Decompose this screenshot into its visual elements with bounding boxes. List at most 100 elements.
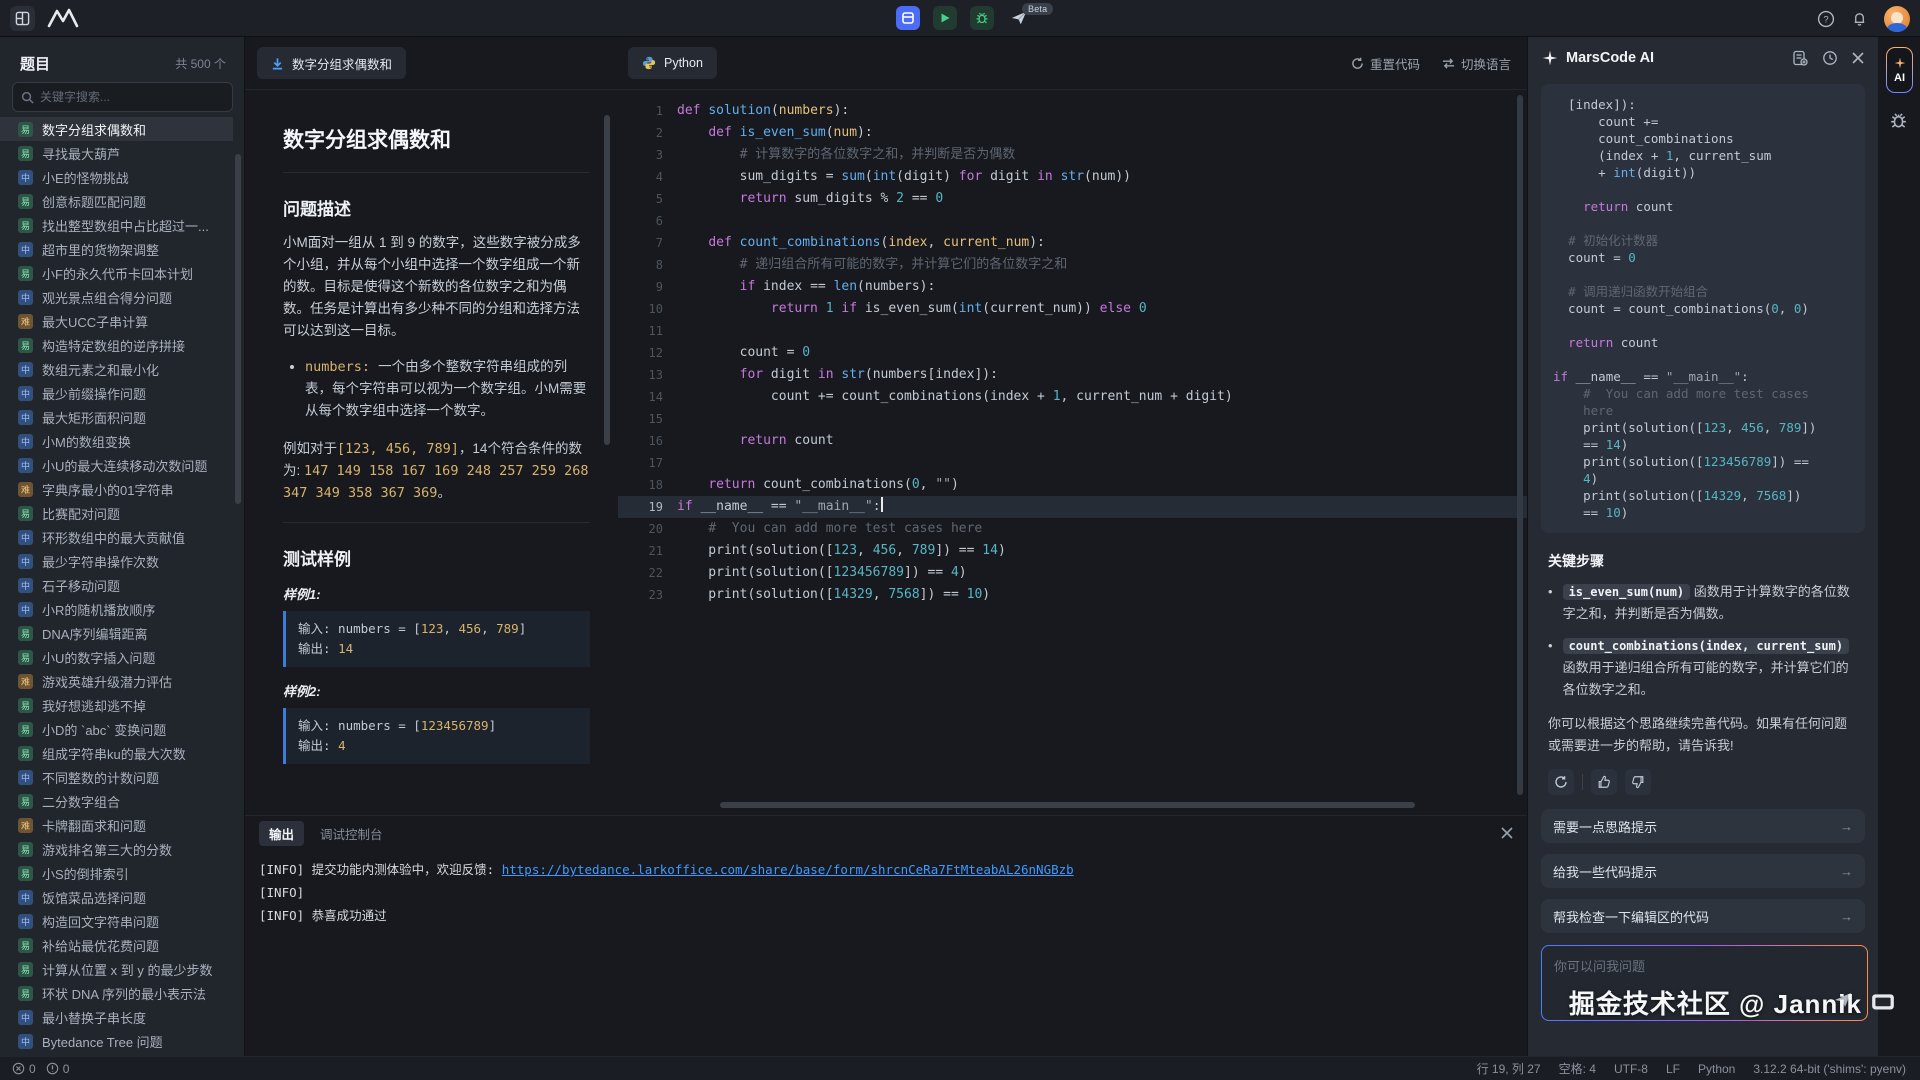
code-line[interactable]: 19if __name__ == "__main__":: [618, 496, 1527, 518]
editor-hscrollbar[interactable]: [720, 802, 1415, 808]
warning-counter[interactable]: 0: [46, 1062, 70, 1076]
code-line[interactable]: 9 if index == len(numbers):: [618, 276, 1527, 298]
problem-list-item[interactable]: 易小U的数字插入问题: [0, 645, 233, 669]
code-line[interactable]: 17: [618, 452, 1527, 474]
problem-list-item[interactable]: 中最小替换子串长度: [0, 1005, 233, 1029]
problem-list-item[interactable]: 易数字分组求偶数和: [0, 117, 233, 141]
history-icon[interactable]: [1822, 50, 1838, 66]
code-line[interactable]: 12 count = 0: [618, 342, 1527, 364]
reset-code-button[interactable]: 重置代码: [1351, 54, 1420, 73]
problem-scrollbar[interactable]: [604, 115, 610, 445]
code-line[interactable]: 2 def is_even_sum(num):: [618, 122, 1527, 144]
problem-list-item[interactable]: 中构造回文字符串问题: [0, 909, 233, 933]
ai-input-box[interactable]: [1541, 945, 1868, 1021]
code-area[interactable]: 1def solution(numbers):2 def is_even_sum…: [618, 90, 1527, 606]
thumbs-up-icon[interactable]: [1591, 769, 1617, 795]
tab-debug-console[interactable]: 调试控制台: [320, 824, 383, 843]
regenerate-button[interactable]: [1548, 769, 1574, 795]
problem-list-item[interactable]: 难游戏英雄升级潜力评估: [0, 669, 233, 693]
code-line[interactable]: 4 sum_digits = sum(int(digit) for digit …: [618, 166, 1527, 188]
problem-list-item[interactable]: 中小E的怪物挑战: [0, 165, 233, 189]
problem-list-item[interactable]: 易二分数字组合: [0, 789, 233, 813]
user-avatar[interactable]: [1884, 6, 1910, 32]
panel-layout-icon[interactable]: [896, 6, 920, 30]
suggestion-button[interactable]: 帮我检查一下编辑区的代码→: [1541, 899, 1865, 933]
problem-list-item[interactable]: 易小S的倒排索引: [0, 861, 233, 885]
problem-list-item[interactable]: 易小D的 `abc` 变换问题: [0, 717, 233, 741]
status-item[interactable]: 空格: 4: [1559, 1060, 1596, 1077]
problem-list-item[interactable]: 难字典序最小的01字符串: [0, 477, 233, 501]
code-line[interactable]: 22 print(solution([123456789]) == 4): [618, 562, 1527, 584]
problem-list-item[interactable]: 中小U的最大连续移动次数问题: [0, 453, 233, 477]
insert-code-icon[interactable]: [1792, 50, 1808, 66]
code-line[interactable]: 23 print(solution([14329, 7568]) == 10): [618, 584, 1527, 606]
problem-list-item[interactable]: 易小F的永久代币卡回本计划: [0, 261, 233, 285]
problem-list-item[interactable]: 中最少前缀操作问题: [0, 381, 233, 405]
problem-list-item[interactable]: 中观光景点组合得分问题: [0, 285, 233, 309]
code-line[interactable]: 14 count += count_combinations(index + 1…: [618, 386, 1527, 408]
bug-report-icon[interactable]: [1889, 111, 1908, 130]
editor-vscrollbar[interactable]: [1517, 95, 1523, 795]
problem-list-item[interactable]: 中最大矩形面积问题: [0, 405, 233, 429]
code-line[interactable]: 11: [618, 320, 1527, 342]
code-line[interactable]: 10 return 1 if is_even_sum(int(current_n…: [618, 298, 1527, 320]
problem-list-item[interactable]: 中Bytedance Tree 问题: [0, 1029, 233, 1053]
debug-icon[interactable]: [970, 6, 994, 30]
console-close-icon[interactable]: [1501, 827, 1513, 839]
problem-list-item[interactable]: 中环形数组中的最大贡献值: [0, 525, 233, 549]
code-line[interactable]: 15: [618, 408, 1527, 430]
problem-list-item[interactable]: 中不同整数的计数问题: [0, 765, 233, 789]
problem-list-item[interactable]: 易环状 DNA 序列的最小表示法: [0, 981, 233, 1005]
code-line[interactable]: 8 # 递归组合所有可能的数字，并计算它们的各位数字之和: [618, 254, 1527, 276]
send-icon[interactable]: [1833, 990, 1853, 1010]
problem-list-item[interactable]: 中小R的随机播放顺序: [0, 597, 233, 621]
ai-close-icon[interactable]: [1852, 52, 1864, 64]
search-input[interactable]: [40, 90, 224, 104]
code-line[interactable]: 13 for digit in str(numbers[index]):: [618, 364, 1527, 386]
feedback-link[interactable]: https://bytedance.larkoffice.com/share/b…: [502, 862, 1074, 877]
status-item[interactable]: LF: [1666, 1062, 1680, 1076]
suggestion-button[interactable]: 需要一点思路提示→: [1541, 809, 1865, 843]
problem-list-item[interactable]: 易找出整型数组中占比超过一...: [0, 213, 233, 237]
code-line[interactable]: 7 def count_combinations(index, current_…: [618, 232, 1527, 254]
error-counter[interactable]: 0: [12, 1062, 36, 1076]
problem-list-item[interactable]: 中石子移动问题: [0, 573, 233, 597]
problem-list-item[interactable]: 中超市里的货物架调整: [0, 237, 233, 261]
switch-language-button[interactable]: 切换语言: [1442, 54, 1511, 73]
sidebar-scrollbar[interactable]: [235, 154, 241, 504]
code-line[interactable]: 5 return sum_digits % 2 == 0: [618, 188, 1527, 210]
problem-list-item[interactable]: 中小M的数组变换: [0, 429, 233, 453]
problem-tab[interactable]: 数字分组求偶数和: [257, 47, 406, 79]
status-item[interactable]: 3.12.2 64-bit ('shims': pyenv): [1753, 1062, 1906, 1076]
help-icon[interactable]: ?: [1817, 10, 1835, 28]
status-item[interactable]: Python: [1698, 1062, 1735, 1076]
tab-output[interactable]: 输出: [259, 821, 304, 846]
problem-list-item[interactable]: 中数组元素之和最小化: [0, 357, 233, 381]
problem-list-item[interactable]: 易创意标题匹配问题: [0, 189, 233, 213]
language-tab[interactable]: Python: [628, 47, 717, 79]
problem-list-item[interactable]: 易我好想逃却逃不掉: [0, 693, 233, 717]
problem-list-item[interactable]: 中最少字符串操作次数: [0, 549, 233, 573]
code-line[interactable]: 6: [618, 210, 1527, 232]
app-launcher-button[interactable]: [10, 6, 35, 31]
code-line[interactable]: 3 # 计算数字的各位数字之和，并判断是否为偶数: [618, 144, 1527, 166]
status-item[interactable]: UTF-8: [1614, 1062, 1648, 1076]
problem-list-item[interactable]: 易计算从位置 x 到 y 的最少步数: [0, 957, 233, 981]
problem-list-item[interactable]: 易寻找最大葫芦: [0, 141, 233, 165]
code-line[interactable]: 21 print(solution([123, 456, 789]) == 14…: [618, 540, 1527, 562]
run-icon[interactable]: [933, 6, 957, 30]
problem-list-item[interactable]: 易DNA序列编辑距离: [0, 621, 233, 645]
status-item[interactable]: 行 19, 列 27: [1477, 1060, 1541, 1077]
problem-list-item[interactable]: 难最大UCC子串计算: [0, 309, 233, 333]
search-box[interactable]: [12, 82, 233, 112]
problem-list-item[interactable]: 易游戏排名第三大的分数: [0, 837, 233, 861]
problem-list-item[interactable]: 易构造特定数组的逆序拼接: [0, 333, 233, 357]
code-line[interactable]: 16 return count: [618, 430, 1527, 452]
thumbs-down-icon[interactable]: [1625, 769, 1651, 795]
problem-list-item[interactable]: 易比赛配对问题: [0, 501, 233, 525]
notifications-bell-icon[interactable]: [1851, 10, 1868, 27]
problem-list-item[interactable]: 中饭馆菜品选择问题: [0, 885, 233, 909]
ai-assistant-badge[interactable]: AI: [1886, 47, 1913, 93]
ai-question-input[interactable]: [1542, 946, 1867, 1020]
code-line[interactable]: 1def solution(numbers):: [618, 100, 1527, 122]
